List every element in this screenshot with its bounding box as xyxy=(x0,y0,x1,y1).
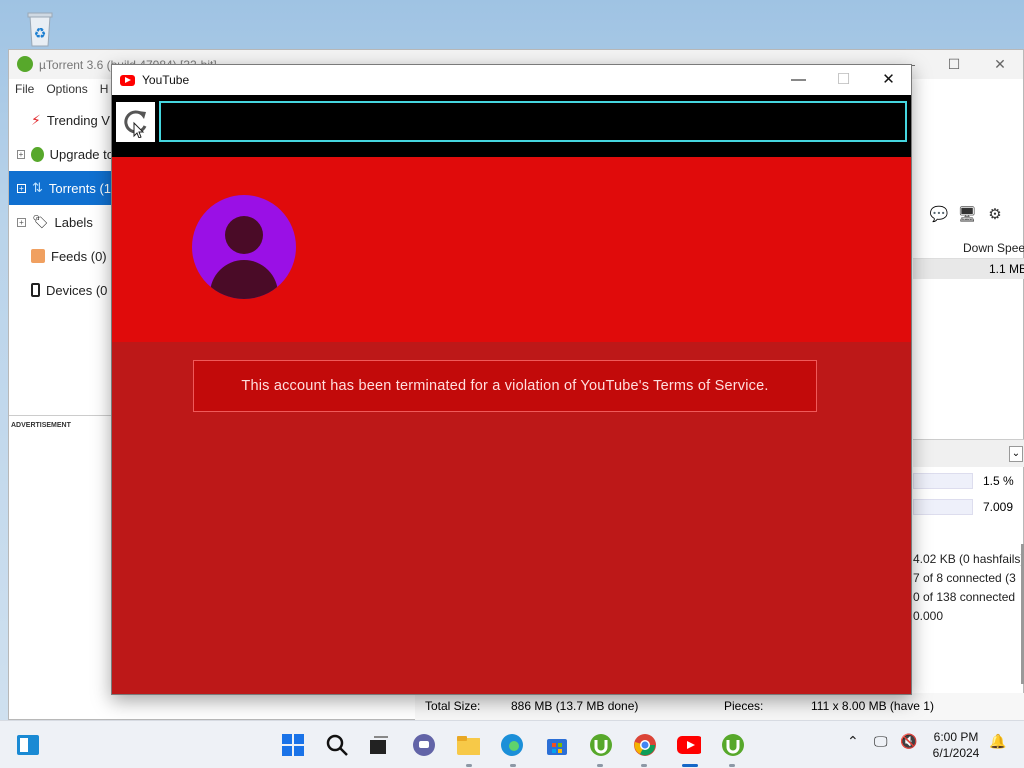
ratio-row: 7.009 xyxy=(913,497,1024,517)
volume-mute-icon[interactable]: 🔇 xyxy=(900,733,917,750)
sidebar-item-label: Feeds (0) xyxy=(51,248,107,264)
ratio-bar xyxy=(913,499,973,515)
menu-help[interactable]: H xyxy=(100,82,109,96)
sidebar-item-labels[interactable]: + 🏷 Labels xyxy=(9,205,114,239)
utorrent-sidebar: ⚡ Trending V + Upgrade to + ⇅ Torrents (… xyxy=(9,103,114,463)
info-wasted: 4.02 KB (0 hashfails) xyxy=(913,552,1024,566)
recycle-bin-icon[interactable]: ♻ xyxy=(20,8,60,48)
clock-date: 6/1/2024 xyxy=(932,746,980,760)
avatar xyxy=(192,195,296,299)
utorrent-taskbar-icon[interactable] xyxy=(589,733,613,757)
utorrent2-running-indicator xyxy=(729,764,735,767)
clock-time: 6:00 PM xyxy=(933,730,979,744)
notification-icon[interactable]: 🔔 xyxy=(989,733,1006,750)
sidebar-item-label: Upgrade to xyxy=(49,146,114,162)
avatar-head xyxy=(225,216,263,254)
table-row[interactable]: 1.1 MB/ xyxy=(913,259,1024,279)
chrome-running-indicator xyxy=(641,764,647,767)
channel-header xyxy=(112,157,911,342)
explorer-running-indicator xyxy=(466,764,472,767)
sidebar-item-label: Labels xyxy=(54,214,93,230)
sidebar-item-devices[interactable]: Devices (0 xyxy=(9,273,114,307)
close-icon[interactable]: ✕ xyxy=(866,65,911,95)
pieces-value: 111 x 8.00 MB (have 1) xyxy=(811,699,934,713)
youtube-window-controls: — ☐ ✕ xyxy=(776,65,911,95)
advertisement-label: ADVERTISEMENT xyxy=(11,422,71,429)
detail-tab-bar: ⌄ xyxy=(913,439,1024,467)
youtube-window: YouTube — ☐ ✕ This account has been term… xyxy=(111,64,912,695)
youtube-taskbar-icon[interactable] xyxy=(677,733,701,757)
clock[interactable]: 6:00 PM 6/1/2024 xyxy=(920,729,992,761)
torrents-icon: ⇅ xyxy=(32,180,43,195)
utorrent-toolbar-right: 💬 🖥 ⚙ xyxy=(929,205,1005,225)
youtube-window-title: YouTube xyxy=(142,73,190,87)
search-icon[interactable] xyxy=(325,733,349,757)
utorrent-logo-icon xyxy=(17,56,33,72)
chat-icon[interactable]: 💬 xyxy=(929,205,949,225)
network-icon[interactable]: 🖵 xyxy=(874,733,888,750)
avatar-body xyxy=(210,260,278,299)
youtube-logo-icon xyxy=(120,74,135,86)
widgets-icon[interactable] xyxy=(16,733,40,757)
svg-text:♻: ♻ xyxy=(34,26,47,42)
sidebar-item-upgrade[interactable]: + Upgrade to xyxy=(9,137,114,171)
teams-chat-icon[interactable] xyxy=(412,733,436,757)
sidebar-item-torrents[interactable]: + ⇅ Torrents (1 xyxy=(9,171,114,205)
youtube-navbar xyxy=(112,95,911,157)
utorrent-icon xyxy=(30,146,44,162)
rss-icon xyxy=(31,249,45,263)
total-size-label: Total Size: xyxy=(425,699,481,713)
column-header-down-speed[interactable]: Down Speed xyxy=(913,237,1024,259)
sidebar-item-label: Torrents (1 xyxy=(48,180,112,196)
expand-icon[interactable]: + xyxy=(17,149,25,159)
utorrent-taskbar-icon-2[interactable] xyxy=(721,733,745,757)
pieces-label: Pieces: xyxy=(724,699,764,713)
menu-options[interactable]: Options xyxy=(46,82,87,96)
progress-bar xyxy=(913,473,973,489)
youtube-titlebar: YouTube — ☐ ✕ xyxy=(112,65,911,95)
taskbar: ⌃ 🖵 🔇 6:00 PM 6/1/2024 🔔 xyxy=(0,720,1024,768)
edge-icon[interactable] xyxy=(500,733,524,757)
maximize-icon: ☐ xyxy=(836,71,851,88)
edge-running-indicator xyxy=(510,764,516,767)
youtube-active-indicator xyxy=(682,764,698,767)
minimize-icon[interactable]: — xyxy=(776,65,821,95)
gear-icon[interactable]: ⚙ xyxy=(985,205,1005,225)
total-size-value: 886 MB (13.7 MB done) xyxy=(511,699,639,713)
chrome-icon[interactable] xyxy=(633,733,657,757)
tag-icon: 🏷 xyxy=(32,214,49,229)
termination-alert: This account has been terminated for a v… xyxy=(193,360,817,412)
utorrent-running-indicator xyxy=(597,764,603,767)
info-ratio: 0.000 xyxy=(913,609,944,623)
maximize-icon[interactable]: ☐ xyxy=(931,50,977,79)
expand-icon[interactable]: + xyxy=(17,217,26,227)
sidebar-item-trending[interactable]: ⚡ Trending V xyxy=(9,103,114,137)
advertisement-panel: ADVERTISEMENT xyxy=(9,415,114,721)
menu-file[interactable]: File xyxy=(15,82,34,96)
reload-icon xyxy=(123,110,146,138)
progress-value: 1.5 % xyxy=(983,474,1014,488)
monitor-icon[interactable]: 🖥 xyxy=(957,205,977,225)
chevron-up-icon[interactable]: ⌃ xyxy=(847,733,859,750)
microsoft-store-icon[interactable] xyxy=(545,733,569,757)
windows-start-icon[interactable] xyxy=(281,733,305,757)
sidebar-item-label: Devices (0 xyxy=(46,282,108,298)
info-seeds: 7 of 8 connected (3 xyxy=(913,571,1016,585)
close-icon[interactable]: ✕ xyxy=(977,50,1023,79)
device-icon xyxy=(31,283,40,297)
task-view-icon[interactable] xyxy=(367,733,391,757)
sidebar-item-feeds[interactable]: Feeds (0) xyxy=(9,239,114,273)
file-explorer-icon[interactable] xyxy=(456,733,480,757)
reload-button[interactable] xyxy=(116,102,155,142)
info-peers: 0 of 138 connected xyxy=(913,590,1016,604)
address-bar[interactable] xyxy=(159,101,907,142)
torrent-general-info: Total Size: 886 MB (13.7 MB done) Pieces… xyxy=(415,693,1024,721)
lightning-icon: ⚡ xyxy=(31,111,41,128)
chevron-down-icon[interactable]: ⌄ xyxy=(1009,446,1023,462)
ratio-value: 7.009 xyxy=(983,500,1014,514)
sidebar-item-label: Trending V xyxy=(46,112,110,128)
progress-row: 1.5 % xyxy=(913,471,1024,491)
expand-icon[interactable]: + xyxy=(17,183,26,193)
